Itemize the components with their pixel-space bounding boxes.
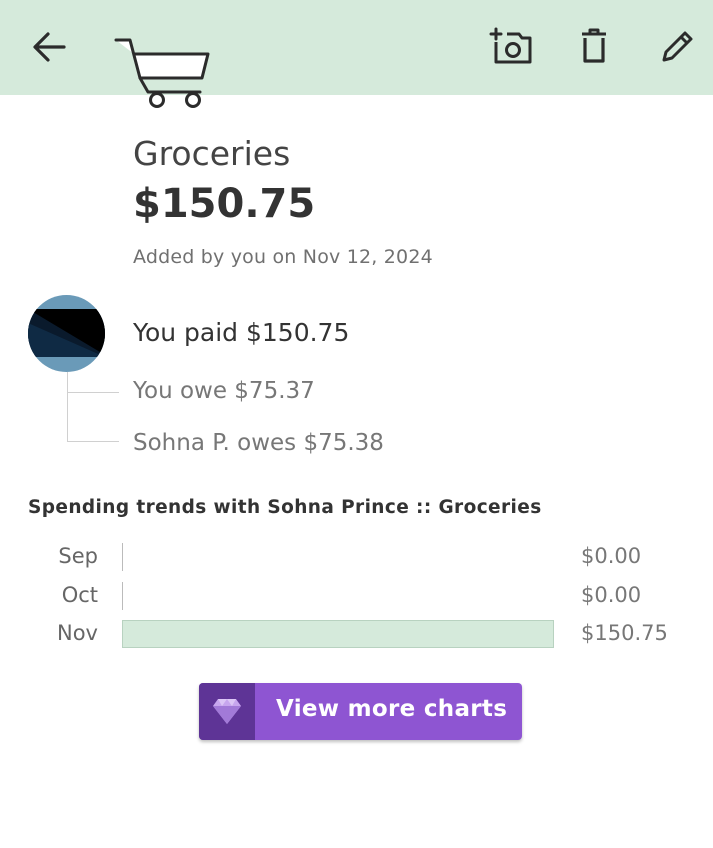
camera-plus-icon xyxy=(489,27,532,64)
pencil-icon xyxy=(662,31,693,62)
spending-trend-chart: Sep $0.00 Oct $0.00 Nov $150.75 xyxy=(0,536,713,656)
chart-value-label: $150.75 xyxy=(581,621,668,645)
added-by-text: Added by you on Nov 12, 2024 xyxy=(133,246,433,268)
gem-icon xyxy=(213,699,241,724)
split-tree-branch xyxy=(67,392,119,393)
avatar[interactable] xyxy=(28,295,105,372)
split-tree-branch xyxy=(67,441,119,442)
category-icon-container xyxy=(112,34,212,112)
chart-bar-zero xyxy=(122,543,123,571)
expense-amount: $150.75 xyxy=(133,181,316,227)
delete-button[interactable] xyxy=(580,28,608,64)
edit-button[interactable] xyxy=(659,27,697,65)
share-you: You owe $75.37 xyxy=(133,378,315,404)
view-more-charts-button[interactable]: View more charts xyxy=(199,683,522,740)
split-tree-line xyxy=(67,372,68,441)
chart-month-label: Oct xyxy=(61,582,98,607)
paid-text: You paid $150.75 xyxy=(133,318,350,347)
expense-title: Groceries xyxy=(133,134,291,173)
trash-icon xyxy=(582,28,606,63)
share-sohna: Sohna P. owes $75.38 xyxy=(133,430,384,456)
trends-title: Spending trends with Sohna Prince :: Gro… xyxy=(28,497,542,518)
add-photo-button[interactable] xyxy=(488,26,534,68)
chart-value-label: $0.00 xyxy=(581,582,642,607)
back-button[interactable] xyxy=(30,28,68,66)
chart-month-label: Nov xyxy=(57,621,98,645)
shopping-cart-icon xyxy=(114,38,210,108)
view-more-charts-label: View more charts xyxy=(276,696,508,722)
chart-value-label: $0.00 xyxy=(581,544,642,568)
chart-month-label: Sep xyxy=(58,544,98,568)
cta-icon-box xyxy=(199,683,255,740)
arrow-left-icon xyxy=(33,32,66,62)
chart-bar xyxy=(122,620,554,648)
top-app-bar xyxy=(0,0,713,95)
chart-bar-zero xyxy=(122,581,123,610)
